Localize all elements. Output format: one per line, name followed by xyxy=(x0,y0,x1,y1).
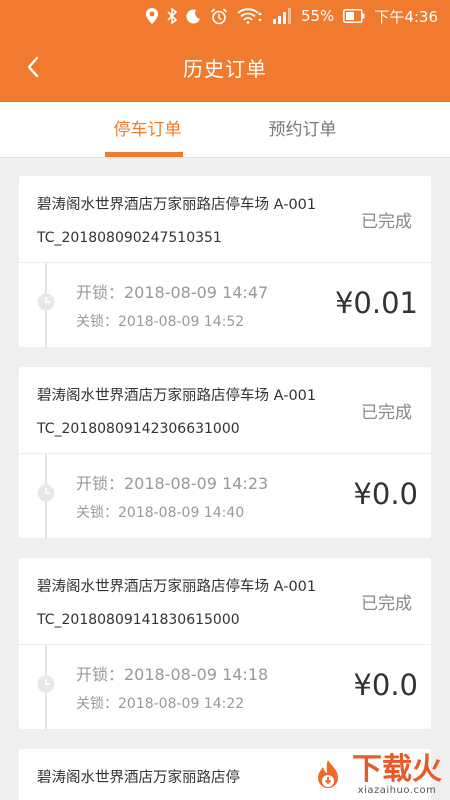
battery-percent: 55% xyxy=(300,7,335,25)
parking-lot-name: 碧涛阁水世界酒店万家丽路店停 xyxy=(37,770,240,786)
order-list: 碧涛阁水世界酒店万家丽路店停车场 A-001 TC_20180809024751… xyxy=(0,158,450,800)
order-tabs: 停车订单 预约订单 xyxy=(0,102,450,158)
lock-time: 关锁：2018-08-09 14:52 xyxy=(76,314,245,330)
clock-icon xyxy=(37,293,55,311)
flame-logo-icon xyxy=(318,759,338,788)
chevron-left-icon xyxy=(27,56,39,78)
clock-icon xyxy=(37,675,55,693)
order-amount: ¥0.0 xyxy=(353,668,418,702)
status-bar: 55% 下午4:36 xyxy=(0,0,450,32)
app-bar: 历史订单 xyxy=(0,32,450,102)
order-amount: ¥0.0 xyxy=(353,477,418,511)
order-card[interactable]: 碧涛阁水世界酒店万家丽路店停车场 A-001 TC_20180809141830… xyxy=(19,558,431,730)
order-code: TC_20180809142306631000 xyxy=(37,421,240,437)
parking-lot-name: 碧涛阁水世界酒店万家丽路店停车场 A-001 xyxy=(37,579,317,595)
order-amount: ¥0.01 xyxy=(334,286,418,320)
parking-lot-name: 碧涛阁水世界酒店万家丽路店停车场 A-001 xyxy=(37,388,317,404)
order-code: TC_201808090247510351 xyxy=(37,230,222,246)
order-status: 已完成 xyxy=(361,594,412,614)
alarm-icon xyxy=(210,7,228,25)
lock-time: 关锁：2018-08-09 14:22 xyxy=(76,696,245,712)
signal-icon xyxy=(272,8,292,24)
watermark-brand: 下载火 xyxy=(352,752,442,787)
order-code: TC_20180809141830615000 xyxy=(37,612,240,628)
back-button[interactable] xyxy=(20,54,46,80)
tab-parking-orders[interactable]: 停车订单 xyxy=(70,102,225,157)
unlock-time: 开锁：2018-08-09 14:23 xyxy=(76,474,269,493)
page-title: 历史订单 xyxy=(183,56,267,81)
location-icon xyxy=(145,8,158,24)
order-status: 已完成 xyxy=(361,212,412,232)
clock-icon xyxy=(37,484,55,502)
unlock-time: 开锁：2018-08-09 14:47 xyxy=(76,283,269,302)
moon-icon xyxy=(186,9,201,24)
order-card[interactable]: 碧涛阁水世界酒店万家丽路店停车场 A-001 TC_20180809024751… xyxy=(19,176,431,348)
parking-lot-name: 碧涛阁水世界酒店万家丽路店停车场 A-001 xyxy=(37,197,317,213)
tab-reservation-orders[interactable]: 预约订单 xyxy=(225,102,380,157)
wifi-icon xyxy=(237,8,263,24)
bluetooth-icon xyxy=(167,8,177,24)
clock-time: 下午4:36 xyxy=(374,7,438,26)
lock-time: 关锁：2018-08-09 14:40 xyxy=(76,505,245,521)
watermark: 下载火 xiazaihuo.com xyxy=(310,755,442,796)
watermark-domain: xiazaihuo.com xyxy=(357,785,437,796)
order-status: 已完成 xyxy=(361,403,412,423)
battery-icon xyxy=(343,9,365,23)
unlock-time: 开锁：2018-08-09 14:18 xyxy=(76,665,269,684)
order-card[interactable]: 碧涛阁水世界酒店万家丽路店停车场 A-001 TC_20180809142306… xyxy=(19,367,431,539)
